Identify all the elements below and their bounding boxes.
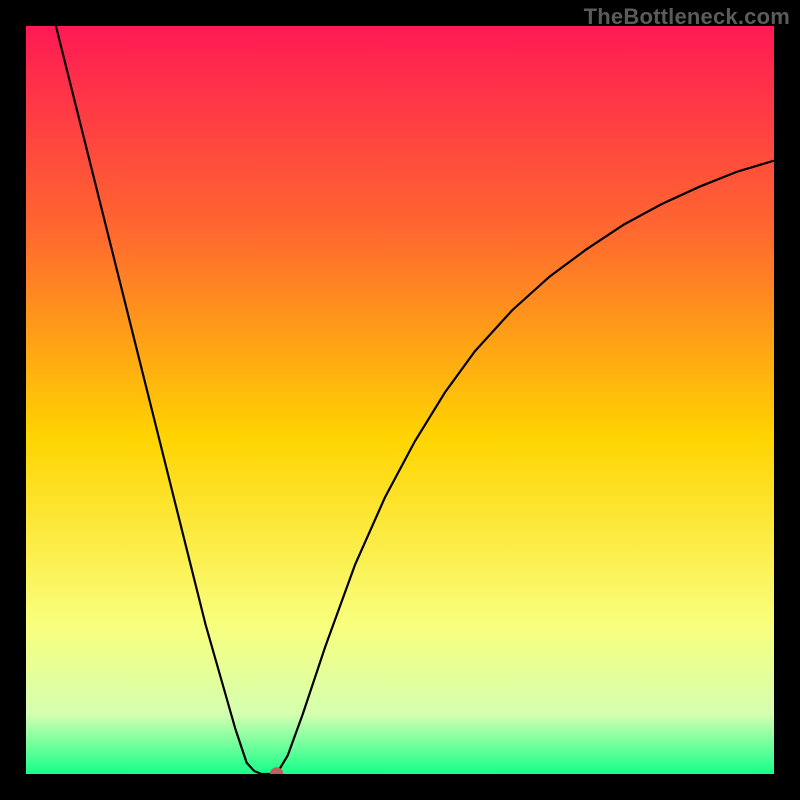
chart-svg xyxy=(26,26,774,774)
chart-frame: TheBottleneck.com xyxy=(0,0,800,800)
plot-area xyxy=(26,26,774,774)
gradient-rect xyxy=(26,26,774,774)
